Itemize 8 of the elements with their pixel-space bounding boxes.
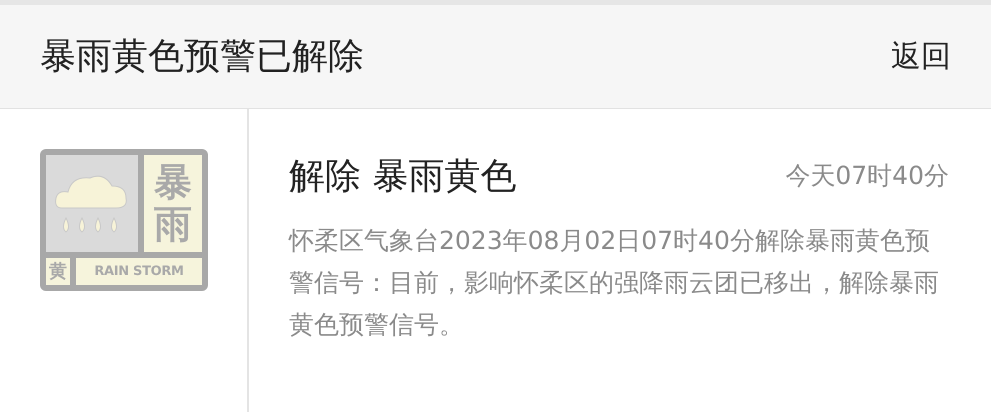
badge-text: 暴雨 [154, 162, 192, 246]
page-title: 暴雨黄色预警已解除 [40, 34, 364, 78]
back-button[interactable]: 返回 [891, 34, 951, 79]
alert-title: 解除 暴雨黄色 [289, 155, 516, 198]
alert-time: 今天07时40分 [785, 160, 949, 192]
alert-description: 怀柔区气象台2023年08月02日07时40分解除暴雨黄色预警信号：目前，影响怀柔区的强降雨云团已移出，解除暴雨黄色预警信号。 [289, 225, 940, 342]
badge-text: RAIN STORM [94, 262, 184, 281]
badge-text: 黄 [49, 260, 67, 284]
